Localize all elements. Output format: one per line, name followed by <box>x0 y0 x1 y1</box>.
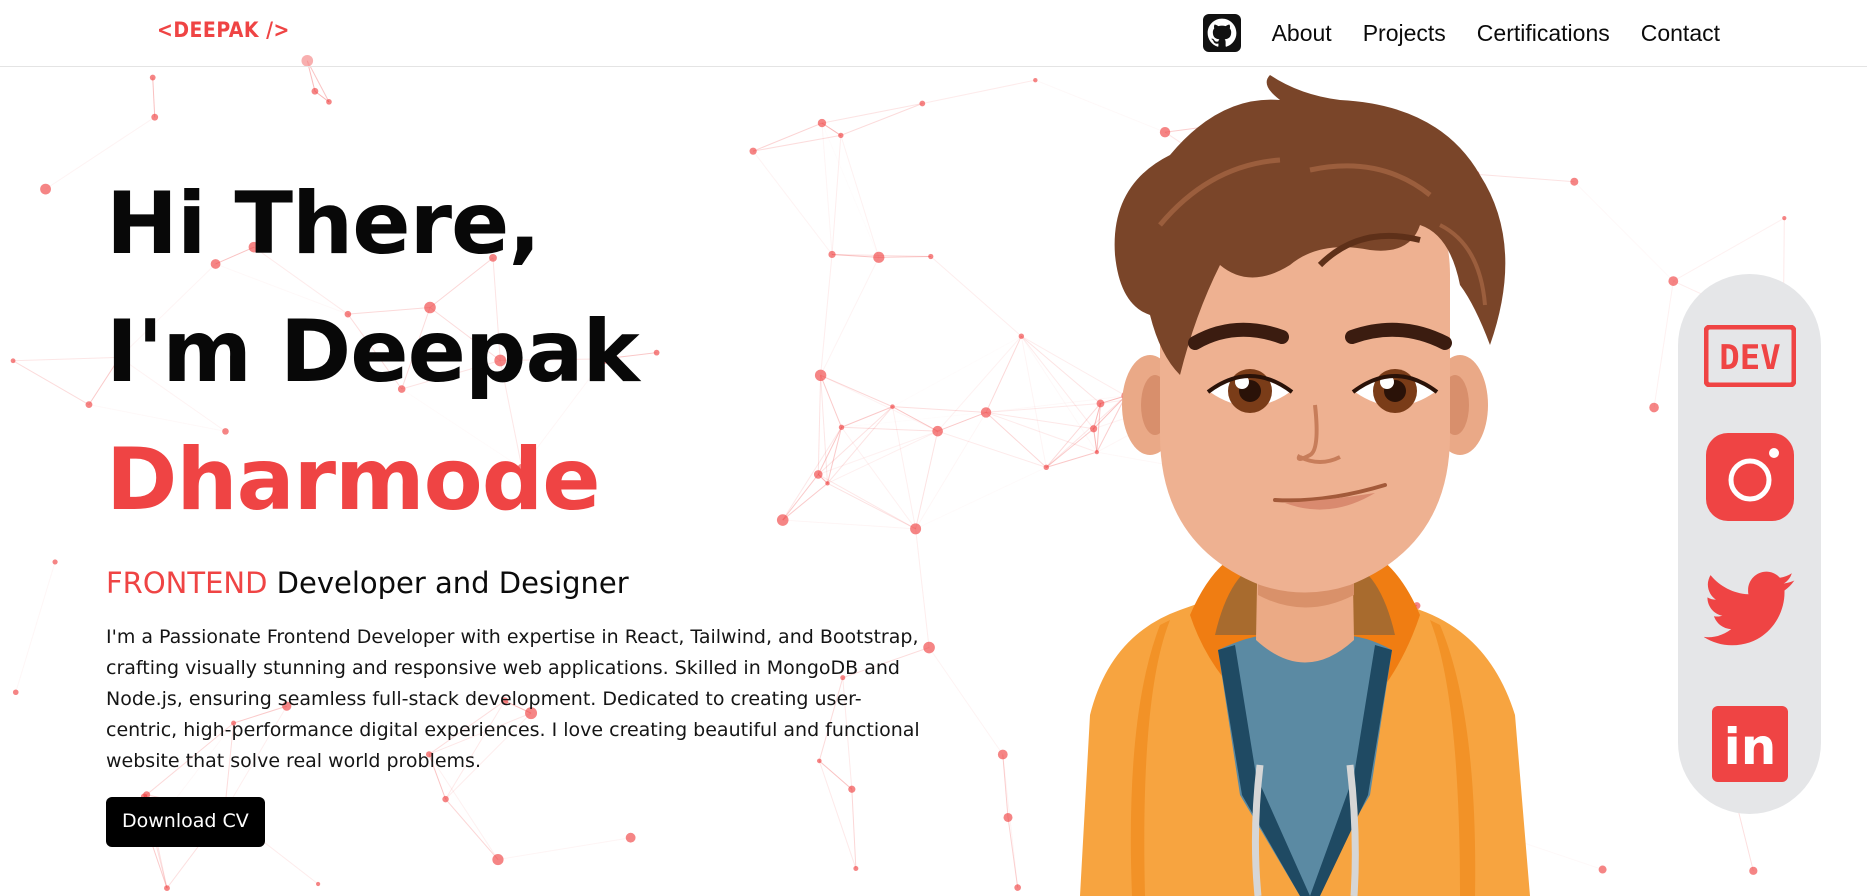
network-node <box>853 865 859 871</box>
network-link <box>12 360 90 406</box>
network-node <box>85 401 93 409</box>
network-node <box>326 99 332 105</box>
network-link <box>840 103 923 136</box>
network-link <box>985 335 1022 413</box>
network-link <box>930 256 1022 337</box>
network-link <box>821 103 923 124</box>
nav-certifications[interactable]: Certifications <box>1477 20 1610 47</box>
social-rail: DEV in <box>1678 274 1821 814</box>
instagram-link[interactable] <box>1704 431 1796 523</box>
network-node <box>12 689 19 696</box>
network-node <box>1649 402 1659 413</box>
network-link <box>752 122 823 152</box>
dev-icon: DEV <box>1704 325 1796 387</box>
github-icon <box>1207 18 1236 47</box>
network-node <box>932 425 943 437</box>
network-node <box>40 183 51 195</box>
network-link <box>15 561 56 693</box>
download-cv-button[interactable]: Download CV <box>106 797 265 847</box>
role-subtitle: FRONTEND Developer and Designer <box>106 566 926 600</box>
dev-label: DEV <box>1719 338 1780 378</box>
network-link <box>915 412 987 530</box>
network-node <box>1003 812 1013 822</box>
logo[interactable]: <DEEPAK /> <box>157 18 290 42</box>
network-node <box>749 147 757 155</box>
network-node <box>164 885 170 892</box>
role-highlight: FRONTEND <box>106 566 268 600</box>
dev-link[interactable]: DEV <box>1704 310 1796 402</box>
network-link <box>152 77 156 118</box>
github-button[interactable] <box>1202 14 1241 52</box>
twitter-link[interactable] <box>1704 564 1796 656</box>
network-node <box>980 407 992 418</box>
nav-menu: About Projects Certifications Contact <box>1202 14 1720 52</box>
greeting-line: Hi There, <box>106 174 541 274</box>
network-link <box>753 134 841 152</box>
network-link <box>1653 281 1674 408</box>
bio-paragraph: I'm a Passionate Frontend Developer with… <box>106 626 920 772</box>
network-node <box>919 100 926 107</box>
network-node <box>997 749 1008 760</box>
network-link <box>1673 217 1785 282</box>
linkedin-label: in <box>1724 718 1777 776</box>
avatar-illustration <box>1080 75 1530 896</box>
nav-projects[interactable]: Projects <box>1363 20 1446 47</box>
network-link <box>922 79 1036 104</box>
network-node <box>151 113 159 121</box>
instagram-icon <box>1706 433 1794 521</box>
network-node <box>311 87 319 95</box>
hero-heading: Hi There, I'm Deepak Dharmode <box>106 160 926 544</box>
network-link <box>928 647 1004 755</box>
role-rest: Developer and Designer <box>267 566 629 600</box>
network-node <box>149 74 156 81</box>
network-node <box>1598 865 1607 874</box>
network-node <box>838 132 844 139</box>
surname-line: Dharmode <box>106 430 601 530</box>
linkedin-link[interactable]: in <box>1704 698 1796 790</box>
network-link <box>13 356 120 362</box>
linkedin-icon: in <box>1712 706 1788 782</box>
network-link <box>1574 182 1673 281</box>
navbar: <DEEPAK /> About Projects Certifications… <box>0 0 1867 67</box>
network-node <box>316 881 321 887</box>
network-node <box>52 559 58 565</box>
network-node <box>928 253 934 260</box>
network-node <box>1782 216 1787 221</box>
nav-contact[interactable]: Contact <box>1641 20 1720 47</box>
network-node <box>1749 866 1758 875</box>
hero-section: Hi There, I'm Deepak Dharmode FRONTEND D… <box>106 160 926 847</box>
twitter-icon <box>1704 571 1795 646</box>
network-node <box>817 118 827 128</box>
network-node <box>1668 276 1679 286</box>
network-node <box>492 853 504 866</box>
network-node <box>10 358 16 364</box>
network-link <box>937 335 1022 432</box>
nav-about[interactable]: About <box>1272 20 1332 47</box>
network-link <box>1007 817 1019 888</box>
name-line: I'm Deepak <box>106 302 640 402</box>
